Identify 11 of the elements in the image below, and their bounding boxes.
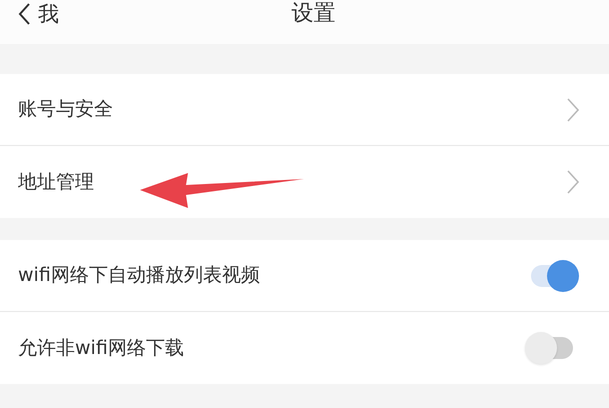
settings-row[interactable]: 账号与安全 — [0, 74, 609, 146]
setting-label: 允许非wifi网络下载 — [18, 336, 184, 361]
page-title: 设置 — [292, 0, 336, 28]
chevron-icon — [567, 170, 579, 194]
chevron-icon — [567, 98, 579, 122]
setting-label: 地址管理 — [18, 170, 94, 195]
setting-label: 账号与安全 — [18, 97, 113, 122]
back-icon — [18, 3, 30, 25]
setting-label: wifi网络下自动播放列表视频 — [18, 263, 260, 288]
settings-row[interactable]: 地址管理 — [0, 146, 609, 218]
back-button[interactable]: 我 — [18, 0, 59, 28]
